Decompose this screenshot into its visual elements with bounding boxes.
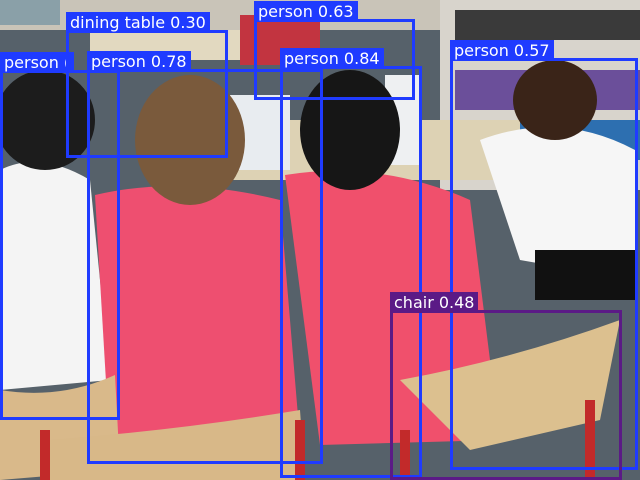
detection-image: person 0.84 person 0.78 person 0.63 pers… [0, 0, 640, 480]
detection-label: person 0.57 [450, 40, 554, 61]
detection-box-dining-table: dining table 0.30 [66, 12, 228, 158]
detection-label: person 0.63 [254, 1, 358, 22]
detection-label: dining table 0.30 [66, 12, 210, 33]
detection-box-person: person 0.63 [254, 1, 415, 100]
detection-box-chair: chair 0.48 [390, 292, 622, 480]
detection-label: chair 0.48 [390, 292, 479, 313]
detection-label: person ( [0, 52, 75, 73]
